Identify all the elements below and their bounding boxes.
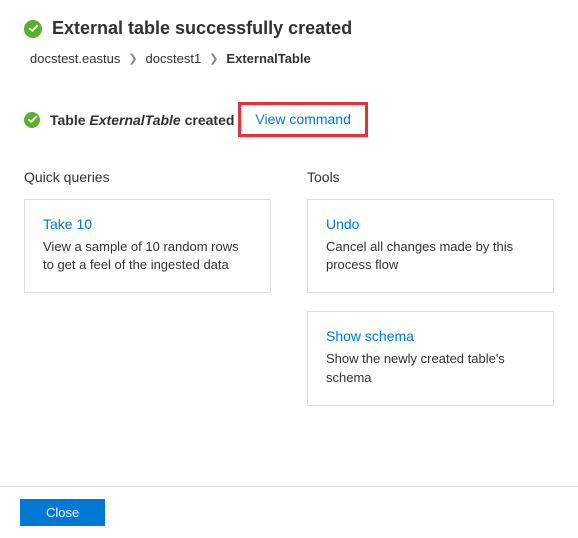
breadcrumb: docstest.eastus ❯ docstest1 ❯ ExternalTa… [30,51,554,66]
page-title: External table successfully created [52,18,352,39]
view-command-link[interactable]: View command [255,111,350,127]
show-schema-card[interactable]: Show schema Show the newly created table… [307,311,554,405]
undo-card[interactable]: Undo Cancel all changes made by this pro… [307,199,554,293]
card-description: Cancel all changes made by this process … [326,238,535,274]
chevron-right-icon: ❯ [209,52,218,65]
card-title-link[interactable]: Undo [326,216,535,232]
footer: Close [0,486,578,538]
highlight-box: View command [238,102,367,137]
chevron-right-icon: ❯ [128,52,137,65]
quick-queries-section: Quick queries Take 10 View a sample of 1… [24,169,271,424]
card-title-link[interactable]: Show schema [326,328,535,344]
close-button[interactable]: Close [20,499,105,526]
status-text: Table ExternalTable created [50,112,234,128]
success-check-icon [24,20,42,38]
breadcrumb-item[interactable]: docstest1 [146,51,202,66]
card-description: View a sample of 10 random rows to get a… [43,238,252,274]
take-10-card[interactable]: Take 10 View a sample of 10 random rows … [24,199,271,293]
tools-section: Tools Undo Cancel all changes made by th… [307,169,554,424]
success-check-icon [24,112,40,128]
breadcrumb-current: ExternalTable [226,51,310,66]
card-title-link[interactable]: Take 10 [43,216,252,232]
section-title: Tools [307,169,554,185]
status-row: Table ExternalTable created View command [24,102,554,137]
section-title: Quick queries [24,169,271,185]
header: External table successfully created [24,18,554,39]
card-description: Show the newly created table's schema [326,350,535,386]
breadcrumb-item[interactable]: docstest.eastus [30,51,120,66]
